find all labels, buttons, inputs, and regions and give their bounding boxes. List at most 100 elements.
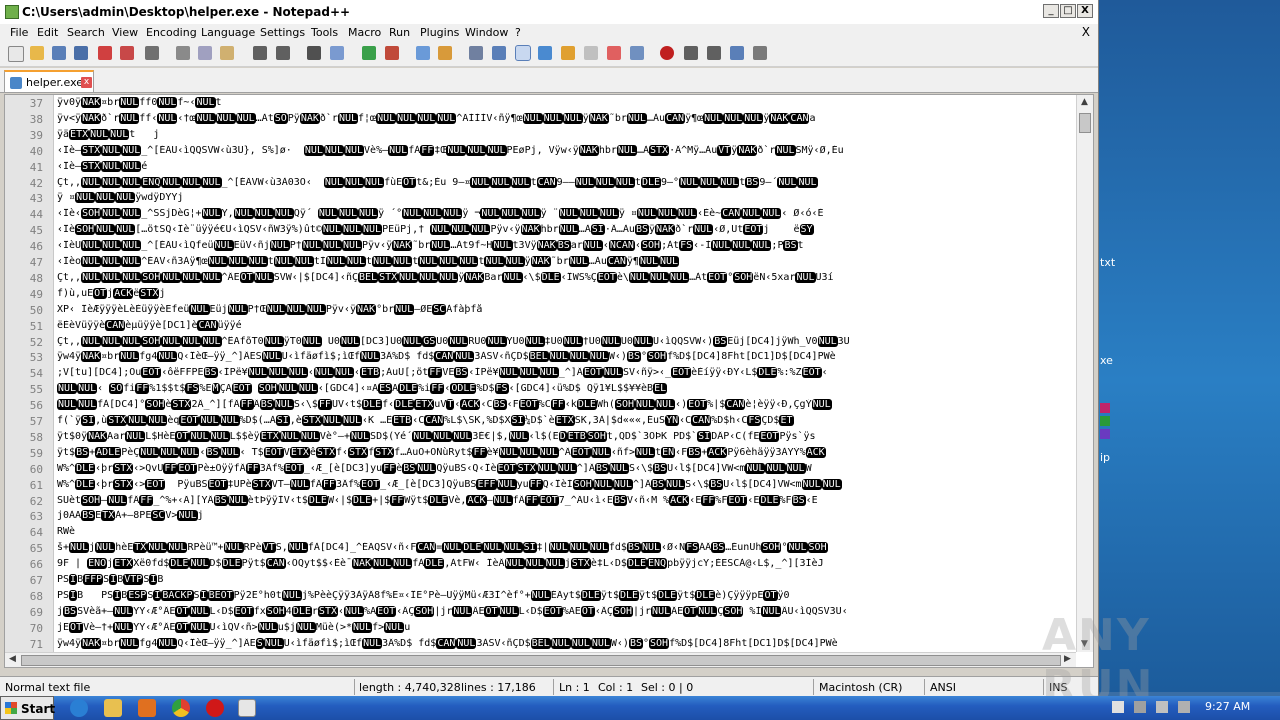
horizontal-scroll-thumb[interactable]	[21, 655, 1061, 666]
run-macro-multiple-icon[interactable]	[730, 46, 744, 60]
doc-map-icon[interactable]	[561, 46, 575, 60]
code-line[interactable]: ‹Îè–STX NUL NULé	[57, 160, 1075, 172]
notepadpp-taskbar-icon[interactable]	[238, 699, 256, 717]
print-icon[interactable]	[145, 46, 159, 60]
cut-icon[interactable]	[176, 46, 190, 60]
code-line[interactable]: 9F | ENOjETXXë0fd$DLE NULD$DLEPÿt$CAN‹ÕQy…	[57, 558, 1075, 570]
code-line[interactable]: ÿw4ÿNAK¤brNULfg4NULQ‹ÎèŒ–ÿÿ_^]ÂESNULU‹ìf…	[57, 637, 1075, 649]
code-line[interactable]: ‹ÎèSOH NUL NUL[…ötŠQ‹Îè¨üÿÿé€U‹ìQSV‹ñW3ÿ%)…	[57, 224, 1075, 236]
close-button[interactable]: X	[1077, 4, 1093, 18]
sync-vertical-icon[interactable]	[416, 46, 430, 60]
code-line[interactable]: PSIBFFPSIBVTPSIB	[57, 574, 1075, 585]
show-all-chars-icon[interactable]	[492, 46, 506, 60]
menu-view[interactable]: View	[112, 26, 138, 39]
status-encoding[interactable]: ANSI	[930, 681, 956, 694]
code-line[interactable]: ëÈèVüÿÿèCANèµüÿÿè[DC1]èCANüÿÿé	[57, 319, 1075, 331]
stop-macro-icon[interactable]	[684, 46, 698, 60]
desktop-icon[interactable]	[1100, 416, 1110, 426]
udl-icon[interactable]	[538, 46, 552, 60]
desktop-icon[interactable]	[1100, 429, 1110, 439]
code-line[interactable]: j0ÀABSETXÀ+–8PESCV>NULj	[57, 510, 1075, 522]
start-button[interactable]: Start	[0, 696, 55, 720]
vertical-scroll-thumb[interactable]	[1079, 113, 1091, 133]
code-line[interactable]: ‹Îè–STX NUL NUL_^[ÉÃU‹ìQQSVW‹ù3Û}, S%]ø· N…	[57, 144, 1075, 156]
text-editor[interactable]: 37 38 39 40 41 42 43 44 45 46 47 48 49 50 51 52 53 54 55 56…	[4, 94, 1094, 668]
code-line[interactable]: jBSSVèã+–NULYY‹Æ°ÂEOT NULL‹D$EOTfxSOH4DLE…	[57, 605, 1075, 617]
indent-guide-icon[interactable]	[515, 45, 531, 61]
play-macro-icon[interactable]	[707, 46, 721, 60]
tab-close-icon[interactable]: x	[81, 77, 92, 88]
save-icon[interactable]	[52, 46, 66, 60]
code-line[interactable]: ÿw4ÿNAK¤brNULfg4NULQ‹ÎèŒ–ÿÿ_^]ÂESNULU‹ìf…	[57, 351, 1075, 363]
code-line[interactable]: Çt,,NUL NUL NUL SOH NUL NUL NUL^ÊÄfõT0NULÿT0NU…	[57, 335, 1075, 347]
code-line[interactable]: š+NULjNULhèETX NUL NULRPèü™+NULRPèVTŠ,NULf…	[57, 542, 1075, 554]
show-hidden-icons-icon[interactable]	[1112, 701, 1124, 713]
menu-settings[interactable]: Settings	[260, 26, 305, 39]
code-line[interactable]: XP‹ ÎèÆÿÿÿèLèÈüÿÿèEfeüNULEüjNULP†ŒNUL NUL…	[57, 303, 1075, 315]
code-line[interactable]: ÿv<ÿNAKð`rNULff‹NUL‹†œNUL NUL NUL…ÀtSOPÿNA…	[57, 112, 1075, 124]
paste-icon[interactable]	[220, 46, 234, 60]
save-all-icon[interactable]	[74, 46, 88, 60]
new-file-icon[interactable]	[8, 46, 24, 62]
volume-icon[interactable]	[1178, 701, 1190, 713]
zoom-in-icon[interactable]	[362, 46, 376, 60]
menu-window[interactable]: Window	[465, 26, 508, 39]
horizontal-scrollbar[interactable]: ◀ ▶	[5, 652, 1076, 667]
desktop-icon-label[interactable]: xe	[1100, 354, 1113, 367]
code-line[interactable]: RWè	[57, 526, 1075, 537]
clock[interactable]: 9:27 AM	[1205, 700, 1250, 713]
code-line[interactable]: NUL NUL‹ SOfiFF%1$$t$FS%EMÇAEOT SOH NUL NUL…	[57, 383, 1075, 395]
menu-plugins[interactable]: Plugins	[420, 26, 459, 39]
code-line[interactable]: PSIB PSIBESPSI BACKPSI BEOTPÿ2E°h0tNULj%Pè…	[57, 589, 1075, 601]
function-list-icon[interactable]	[584, 46, 598, 60]
scroll-up-icon[interactable]: ▲	[1081, 97, 1088, 107]
menu-edit[interactable]: Edit	[37, 26, 58, 39]
menu-macro[interactable]: Macro	[348, 26, 381, 39]
copy-icon[interactable]	[198, 46, 212, 60]
open-file-icon[interactable]	[30, 46, 44, 60]
code-line[interactable]: ÿv0ÿNAK¤brNULff0NULf~‹NULt	[57, 97, 1075, 108]
chrome-icon[interactable]	[172, 699, 190, 717]
code-line[interactable]: jEOTVè–†+NULYY‹Æ°ÂEOT NULU‹ìQV‹ñ>NULu$jNU…	[57, 621, 1075, 633]
code-line[interactable]: ;V[tu][DC4];ÓuEOT‹ôëFFPEBS‹ÌPë¥NUL NUL NUL…	[57, 367, 1075, 379]
menu-tools[interactable]: Tools	[311, 26, 338, 39]
code-line[interactable]: SUètSOH–NULfÂFF_^%+‹Ã][YÂBS NULètÞÿÿÌV‹t$…	[57, 494, 1075, 506]
maximize-button[interactable]: □	[1060, 4, 1076, 18]
code-line[interactable]: W%^DLE‹þrSTX‹>EOT PÿuBSEOT‡UPèSTXVT–NULf…	[57, 478, 1075, 490]
code-line[interactable]: NUL NULfÀ[DC4]°SOHèSTX2Â_^][fÂFFÂBS NULS‹\…	[57, 399, 1075, 411]
sync-horizontal-icon[interactable]	[438, 46, 452, 60]
notepadpp-app-icon[interactable]	[5, 5, 19, 19]
desktop-icon-label[interactable]: ip	[1100, 451, 1110, 464]
scroll-left-icon[interactable]: ◀	[9, 654, 16, 664]
vertical-scrollbar[interactable]: ▲ ▼	[1076, 95, 1093, 652]
zoom-out-icon[interactable]	[385, 46, 399, 60]
code-line[interactable]: f(`ÿSI,ùSTX NUL NULèqEOT NUL NUL%D$(…ÀSI,èST…	[57, 415, 1075, 426]
minimize-button[interactable]: _	[1043, 4, 1059, 18]
redo-icon[interactable]	[276, 46, 290, 60]
word-wrap-icon[interactable]	[469, 46, 483, 60]
code-line[interactable]: ‹Îè‹SOH NUL NUL_^ŠSjDèG¦+NULY,NUL NUL NULQÿ´…	[57, 208, 1075, 220]
desktop-icon[interactable]	[1100, 403, 1110, 413]
code-line[interactable]: ÿt$0ÿNAKÄarNULL$HèEOT NUL NULL$$èÿETX NUL NU…	[57, 430, 1075, 442]
code-line[interactable]: ÿt$BS+ADLEPèÇNUL NUL NUL‹BS NUL‹ T$EOTVETXê…	[57, 446, 1075, 458]
undo-icon[interactable]	[253, 46, 267, 60]
opera-icon[interactable]	[206, 699, 224, 717]
action-center-icon[interactable]	[1134, 701, 1146, 713]
code-line[interactable]: Çt,,NUL NUL NUL SOH NUL NUL NUL^ÂEOT NULSVW‹|$[…	[57, 271, 1075, 283]
menu-language[interactable]: Language	[201, 26, 255, 39]
monitoring-icon[interactable]	[630, 46, 644, 60]
code-line[interactable]: Çt,,NUL NUL NUL ENQ NUL NUL NUL_^[ÉÃVW‹ù3À03Ò‹…	[57, 176, 1075, 188]
replace-icon[interactable]	[330, 46, 344, 60]
menu-help[interactable]: ?	[515, 26, 521, 39]
record-macro-icon[interactable]	[660, 46, 674, 60]
code-line[interactable]: ‹ÎèoNUL NUL NUL^ÉÃV‹ñ3Àÿ¶œNUL NUL NULtNUL NUL…	[57, 256, 1075, 267]
code-line[interactable]: ÿäETX NUL NULt j	[57, 128, 1075, 140]
status-eol[interactable]: Macintosh (CR)	[819, 681, 902, 694]
network-icon[interactable]	[1156, 701, 1168, 713]
file-explorer-icon[interactable]	[104, 699, 122, 717]
menu-run[interactable]: Run	[389, 26, 410, 39]
close-document-button[interactable]: X	[1082, 25, 1090, 39]
menu-file[interactable]: File	[10, 26, 28, 39]
code-line[interactable]: W%^DLE‹þrSTX‹>QvUFF EOTPè±ÕÿÿfÂFF3Âf%EOT_…	[57, 462, 1075, 474]
close-file-icon[interactable]	[98, 46, 112, 60]
